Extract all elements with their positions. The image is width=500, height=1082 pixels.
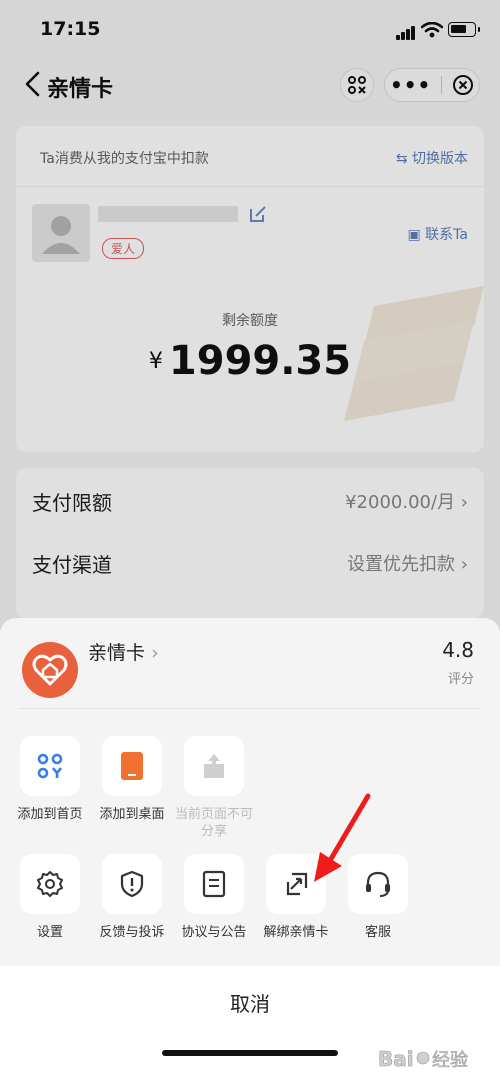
settings-button[interactable]: 设置 [10, 854, 90, 941]
svg-text:Bai: Bai [378, 1047, 414, 1071]
share-button-disabled: 当前页面不可分享 [174, 736, 254, 840]
baidu-jingyan-watermark: Bai 经验 [378, 1040, 496, 1076]
document-icon [202, 870, 226, 898]
shield-icon [120, 870, 144, 898]
svg-text:经验: 经验 [432, 1050, 468, 1071]
share-icon [204, 754, 224, 778]
action-label: 添加到首页 [17, 807, 83, 822]
chevron-right-icon: › [151, 642, 159, 664]
action-label: 当前页面不可分享 [174, 807, 253, 839]
add-to-desktop-button[interactable]: 添加到桌面 [92, 736, 172, 823]
grid-icon [37, 753, 63, 779]
baidu-logo: Bai 经验 [378, 1047, 469, 1072]
red-arrow-annotation [314, 793, 371, 882]
agreement-button[interactable]: 协议与公告 [174, 854, 254, 941]
heart-home-icon [32, 654, 68, 686]
action-label: 协议与公告 [181, 925, 247, 940]
action-sheet: 亲情卡 › 4.8 评分 添加到首页 添加到桌面 当前页面不可分享 设置 反馈与… [0, 618, 500, 1082]
home-indicator [162, 1050, 338, 1056]
tablet-icon [121, 752, 143, 780]
action-label: 设置 [36, 925, 63, 940]
action-label: 客服 [364, 925, 391, 940]
app-name[interactable]: 亲情卡 › [88, 638, 159, 665]
feedback-button[interactable]: 反馈与投诉 [92, 854, 172, 941]
cancel-button[interactable]: 取消 [0, 988, 500, 1017]
action-label: 添加到桌面 [99, 807, 165, 822]
app-logo [22, 642, 78, 698]
divider [20, 708, 480, 709]
action-label: 解绑亲情卡 [263, 925, 329, 940]
action-label: 反馈与投诉 [99, 925, 165, 940]
rating-label: 评分 [447, 672, 474, 687]
gear-icon [37, 871, 63, 897]
rating-value: 4.8 [442, 638, 474, 662]
add-to-home-button[interactable]: 添加到首页 [10, 736, 90, 823]
